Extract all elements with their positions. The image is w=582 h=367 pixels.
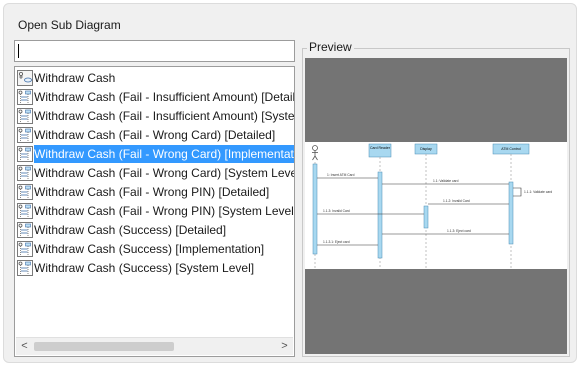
list-item[interactable]: Withdraw Cash (Fail - Wrong Card) [Syste…	[17, 164, 295, 182]
list-item-label: Withdraw Cash (Fail - Wrong Card) [Imple…	[34, 145, 294, 163]
message-label: 1: Insert ATM Card	[327, 173, 355, 177]
list-item-label: Withdraw Cash (Success) [System Level]	[34, 261, 255, 275]
sequence-diagram-icon	[17, 108, 33, 124]
scrollbar-thumb[interactable]	[34, 342, 174, 351]
list-item-label: Withdraw Cash (Success) [Implementation]	[34, 242, 265, 256]
lifeline-card-reader: Card Reader	[368, 143, 392, 158]
sequence-diagram-icon	[17, 89, 33, 105]
preview-canvas: Card Reader Display ATM Control 1: Inser…	[305, 58, 567, 354]
lifeline-label: ATM Control	[501, 147, 521, 151]
list-item-label: Withdraw Cash (Fail - Insufficient Amoun…	[34, 109, 295, 123]
message-label: 1.1: Validate card	[433, 179, 459, 183]
scroll-right-button[interactable]: >	[276, 338, 293, 355]
sequence-diagram-icon	[17, 127, 33, 143]
sequence-diagram-icon	[17, 203, 33, 219]
scroll-left-button[interactable]: <	[16, 338, 33, 355]
sequence-diagram-icon	[17, 184, 33, 200]
list-item-label: Withdraw Cash (Success) [Detailed]	[34, 223, 227, 237]
list-item-label: Withdraw Cash	[34, 71, 116, 85]
list-item[interactable]: Withdraw Cash (Success) [System Level]	[17, 259, 294, 277]
message-label: 1.1.2: Invalid Card	[443, 199, 470, 203]
message-label: 1.1.3: Eject card	[447, 229, 471, 233]
list-item[interactable]: Withdraw Cash (Success) [Detailed]	[17, 221, 294, 239]
horizontal-scrollbar[interactable]: < >	[16, 337, 293, 355]
message-label: 1.1.3.1: Eject card	[323, 240, 350, 244]
list-item[interactable]: Withdraw Cash (Fail - Wrong Card) [Imple…	[17, 145, 294, 163]
list-item[interactable]: Withdraw Cash (Success) [Implementation]	[17, 240, 294, 258]
search-input[interactable]	[14, 40, 295, 62]
sequence-diagram-icon	[17, 165, 33, 181]
list-item[interactable]: Withdraw Cash (Fail - Insufficient Amoun…	[17, 107, 295, 125]
sequence-diagram-icon	[17, 241, 33, 257]
sequence-diagram-icon	[17, 146, 33, 162]
list-item-label: Withdraw Cash (Fail - Insufficient Amoun…	[34, 90, 295, 104]
sequence-diagram-icon	[17, 222, 33, 238]
dialog-title: Open Sub Diagram	[18, 18, 121, 32]
lifeline-label: Card Reader	[370, 146, 391, 150]
sequence-diagram-thumbnail: Card Reader Display ATM Control 1: Inser…	[305, 142, 567, 269]
preview-label: Preview	[307, 40, 354, 54]
list-item-label: Withdraw Cash (Fail - Wrong Card) [Detai…	[34, 128, 276, 142]
lifeline-atm-control: ATM Control	[492, 143, 530, 155]
actor-icon	[312, 145, 318, 161]
list-item-label: Withdraw Cash (Fail - Wrong PIN) [System…	[34, 204, 295, 218]
list-item[interactable]: Withdraw Cash (Fail - Insufficient Amoun…	[17, 88, 295, 106]
message-label: 1.1.1: Validate card	[524, 190, 552, 194]
list-item[interactable]: Withdraw Cash	[17, 69, 294, 87]
message-label: 1.1.3: Invalid Card	[323, 209, 350, 213]
list-item[interactable]: Withdraw Cash (Fail - Wrong PIN) [Detail…	[17, 183, 294, 201]
sub-diagram-list[interactable]: Withdraw Cash Withdraw Cash (Fail - Insuf…	[14, 66, 295, 357]
text-caret	[18, 44, 19, 58]
list-item[interactable]: Withdraw Cash (Fail - Wrong Card) [Detai…	[17, 126, 294, 144]
list-item[interactable]: Withdraw Cash (Fail - Wrong PIN) [System…	[17, 202, 295, 220]
list-item-label: Withdraw Cash (Fail - Wrong Card) [Syste…	[34, 166, 295, 180]
sequence-diagram-icon	[17, 260, 33, 276]
use-case-diagram-icon	[17, 70, 33, 86]
list-item-label: Withdraw Cash (Fail - Wrong PIN) [Detail…	[34, 185, 270, 199]
lifeline-display: Display	[414, 143, 438, 155]
lifeline-label: Display	[420, 147, 432, 151]
